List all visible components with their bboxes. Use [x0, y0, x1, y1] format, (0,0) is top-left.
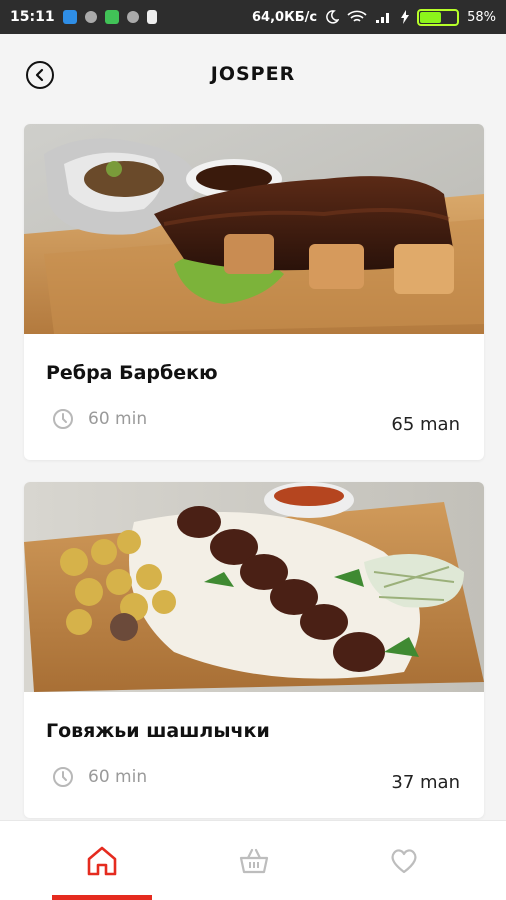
status-bar: 15:11 64,0КБ/с 58%	[0, 0, 506, 34]
basket-icon	[239, 848, 269, 874]
message-icon	[126, 11, 139, 23]
signal-icon	[376, 13, 390, 23]
back-button[interactable]	[26, 61, 54, 89]
nav-basket[interactable]	[170, 821, 338, 900]
status-left: 15:11	[10, 9, 157, 25]
product-card[interactable]: Ребра Барбекю 60 min 65 man	[24, 124, 484, 460]
product-image	[24, 482, 484, 692]
active-tab-indicator	[52, 895, 152, 900]
card-body: Говяжьи шашлычки 60 min 37 man	[24, 692, 484, 818]
moon-icon	[326, 10, 340, 24]
product-title: Ребра Барбекю	[46, 362, 218, 384]
clock-icon	[53, 409, 73, 429]
product-image	[24, 124, 484, 334]
nav-favorites[interactable]	[320, 821, 488, 900]
wifi-icon	[347, 10, 367, 22]
battery-percent: 58%	[467, 9, 496, 25]
battery-icon	[417, 8, 460, 26]
product-card[interactable]: Говяжьи шашлычки 60 min 37 man	[24, 482, 484, 818]
battery-fill	[420, 11, 441, 23]
bottom-nav	[0, 820, 506, 900]
chevron-left-icon	[35, 68, 44, 82]
home-icon	[87, 846, 117, 876]
card-body: Ребра Барбекю 60 min 65 man	[24, 334, 484, 460]
app-header: JOSPER	[0, 34, 506, 114]
charging-icon	[401, 10, 410, 24]
cook-time-label: 60 min	[88, 767, 148, 787]
cook-time: 60 min	[52, 766, 147, 788]
page-title: JOSPER	[210, 63, 296, 85]
nav-home[interactable]	[18, 821, 186, 900]
heart-icon	[391, 849, 417, 874]
cook-time-label: 60 min	[88, 409, 148, 429]
product-price: 65 man	[391, 414, 460, 435]
product-title: Говяжьи шашлычки	[46, 720, 270, 742]
cook-time: 60 min	[52, 408, 147, 430]
network-speed: 64,0КБ/с	[252, 9, 318, 25]
telegram-icon	[84, 11, 97, 23]
product-price: 37 man	[391, 772, 460, 793]
chat-icon	[104, 10, 119, 24]
notification-icon	[62, 10, 77, 24]
status-time: 15:11	[10, 9, 55, 25]
file-icon	[146, 10, 157, 24]
status-right: 64,0КБ/с 58%	[252, 8, 496, 26]
clock-icon	[53, 767, 73, 787]
